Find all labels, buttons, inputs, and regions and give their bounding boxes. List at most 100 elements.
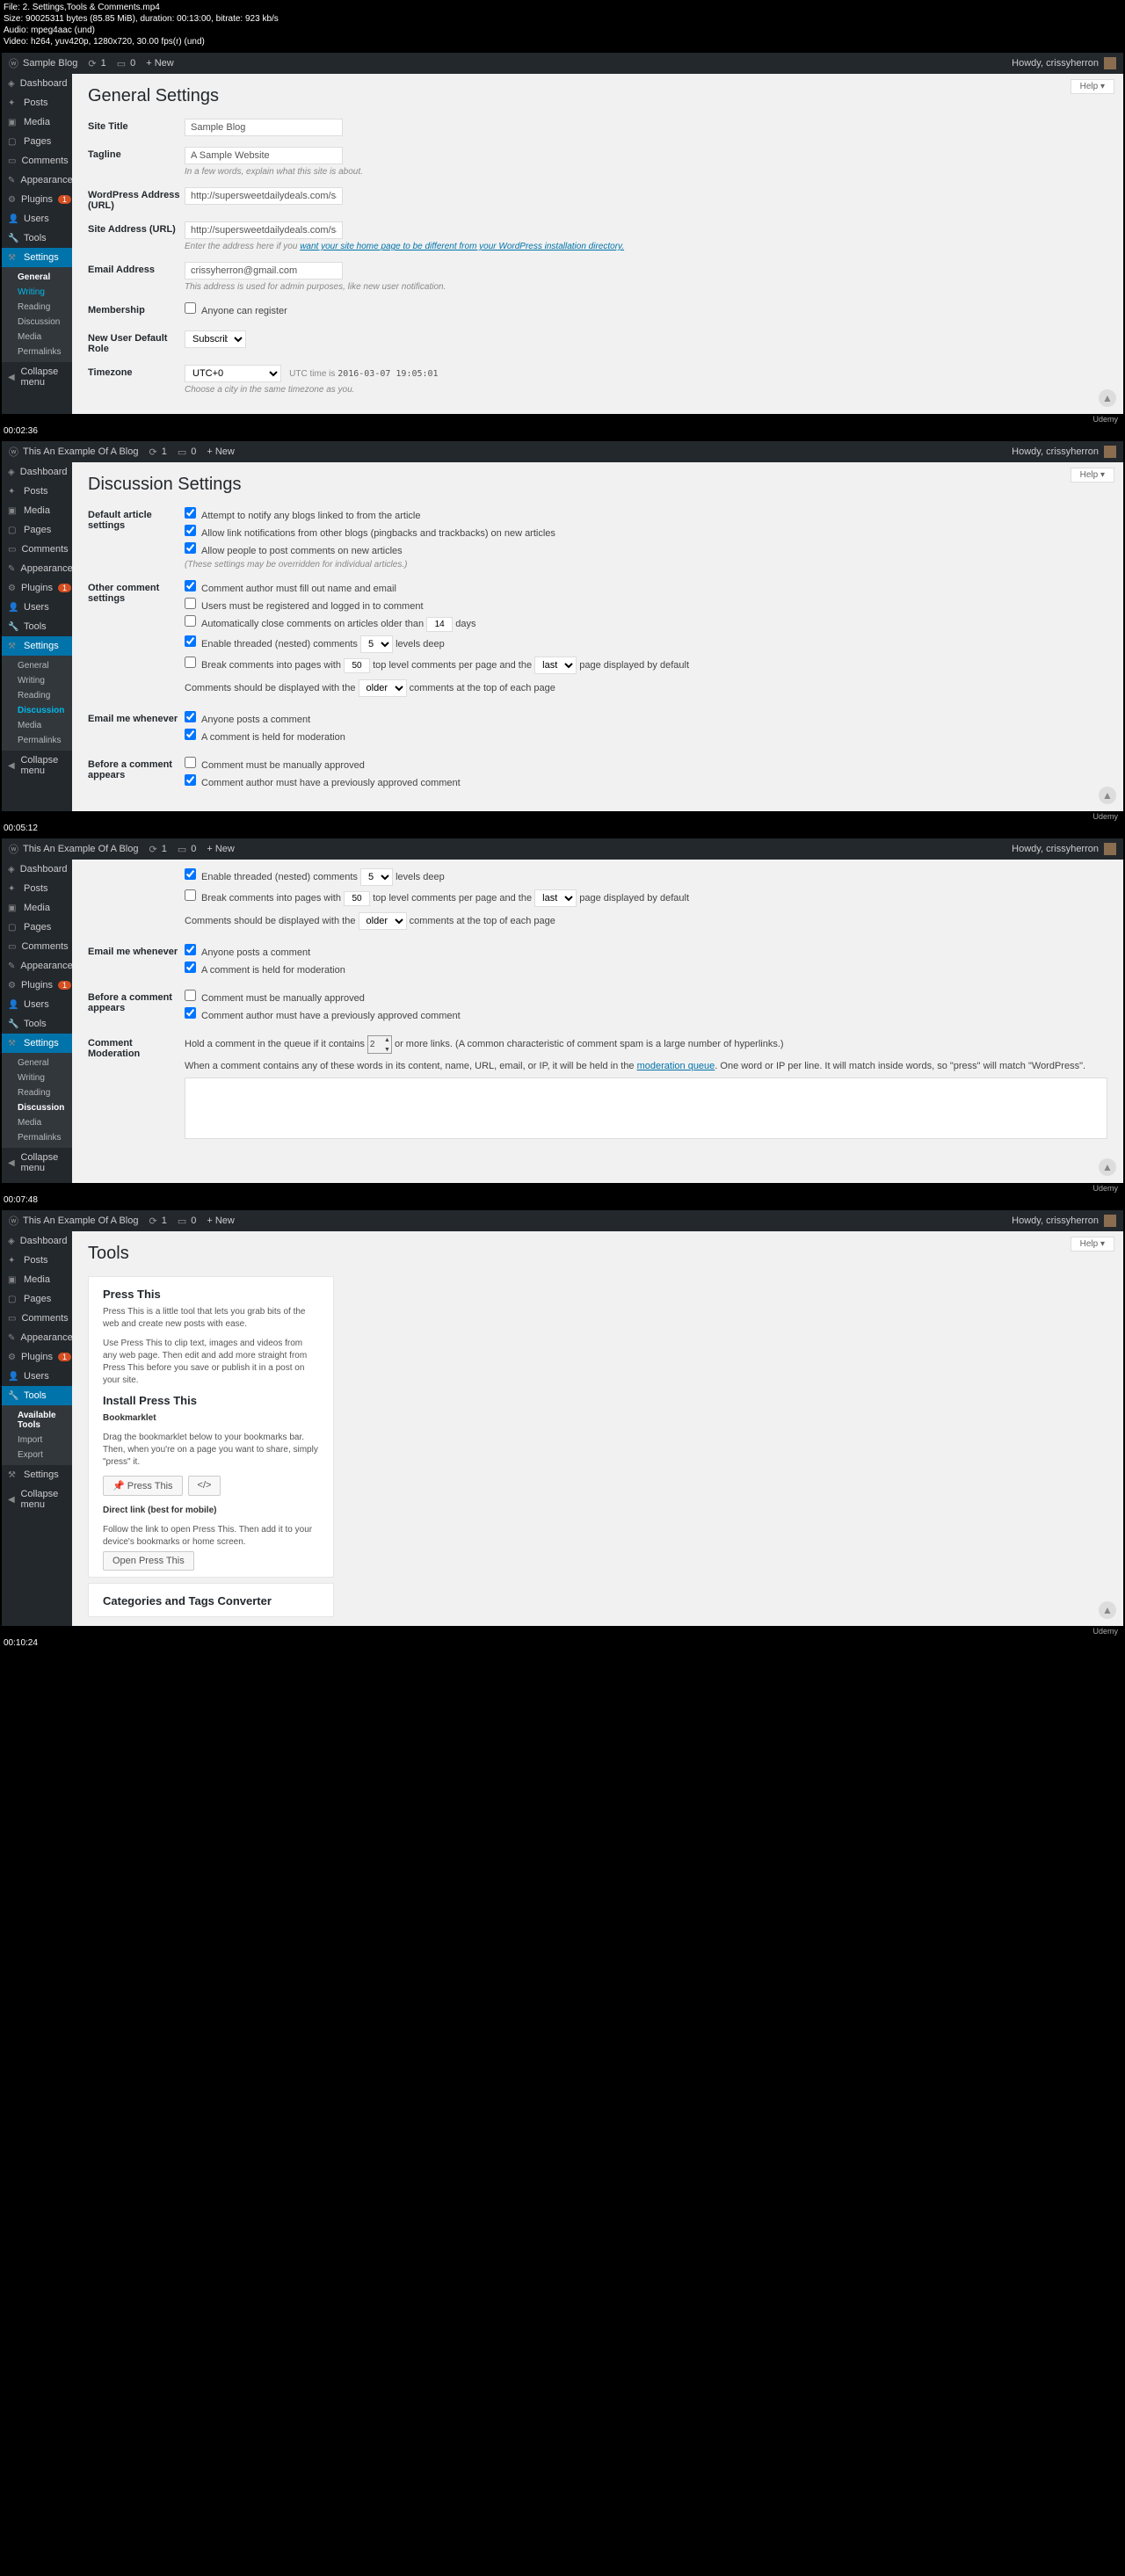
menu-media[interactable]: ▣Media	[2, 112, 72, 132]
threaded-checkbox[interactable]	[185, 868, 196, 880]
wp-logo-icon[interactable]: ⓦ	[9, 842, 18, 856]
menu-plugins[interactable]: ⚙Plugins1	[2, 190, 72, 209]
menu-dashboard[interactable]: ◈Dashboard	[2, 74, 72, 93]
press-this-bookmarklet-button[interactable]: 📌 Press This	[103, 1476, 183, 1496]
menu-users[interactable]: 👤Users	[2, 598, 72, 617]
site-name[interactable]: Sample Blog	[23, 58, 77, 69]
menu-users[interactable]: 👤Users	[2, 209, 72, 229]
menu-users[interactable]: 👤Users	[2, 995, 72, 1014]
moderation-queue-link[interactable]: moderation queue	[637, 1061, 715, 1071]
comments-icon[interactable]: ▭	[178, 446, 186, 458]
menu-users[interactable]: 👤Users	[2, 1367, 72, 1386]
menu-pages[interactable]: ▢Pages	[2, 520, 72, 540]
sub-reading[interactable]: Reading	[2, 300, 72, 315]
sub-general[interactable]: General	[2, 658, 72, 673]
menu-settings[interactable]: ⚒Settings	[2, 248, 72, 267]
manual-approve-checkbox[interactable]	[185, 990, 196, 1001]
menu-posts[interactable]: ✦Posts	[2, 93, 72, 112]
wp-logo-icon[interactable]: ⓦ	[9, 445, 18, 459]
avatar[interactable]	[1104, 57, 1116, 69]
comments-icon[interactable]: ▭	[178, 844, 186, 855]
sub-discussion[interactable]: Discussion	[2, 1100, 72, 1115]
menu-media[interactable]: ▣Media	[2, 501, 72, 520]
autoclose-days-input[interactable]	[426, 617, 453, 632]
menu-pages[interactable]: ▢Pages	[2, 132, 72, 151]
perpage-input[interactable]	[344, 891, 370, 906]
scroll-top-button[interactable]: ▲	[1099, 389, 1116, 407]
sub-import[interactable]: Import	[2, 1433, 72, 1448]
prev-approved-checkbox[interactable]	[185, 1007, 196, 1019]
sub-permalinks[interactable]: Permalinks	[2, 733, 72, 748]
menu-media[interactable]: ▣Media	[2, 898, 72, 918]
menu-comments[interactable]: ▭Comments	[2, 1309, 72, 1328]
allow-pingbacks-checkbox[interactable]	[185, 525, 196, 536]
howdy-greeting[interactable]: Howdy, crissyherron	[1012, 58, 1099, 69]
menu-tools[interactable]: 🔧Tools	[2, 1014, 72, 1034]
order-select[interactable]: older	[359, 912, 407, 930]
menu-dashboard[interactable]: ◈Dashboard	[2, 860, 72, 879]
new-content[interactable]: + New	[207, 1215, 235, 1226]
updates-icon[interactable]: ⟳	[149, 446, 156, 458]
updates-icon[interactable]: ⟳	[88, 58, 96, 69]
anyone-posts-checkbox[interactable]	[185, 944, 196, 955]
sub-general[interactable]: General	[2, 1056, 72, 1070]
new-content[interactable]: + New	[207, 844, 235, 854]
anyone-register-checkbox[interactable]	[185, 302, 196, 314]
links-count-input[interactable]: 2 ▲▼	[367, 1035, 392, 1054]
menu-appearance[interactable]: ✎Appearance	[2, 559, 72, 578]
collapse-menu[interactable]: ◀Collapse menu	[2, 1484, 72, 1514]
break-pages-checkbox[interactable]	[185, 889, 196, 901]
lastfirst-select[interactable]: last	[534, 657, 577, 674]
prev-approved-checkbox[interactable]	[185, 774, 196, 786]
perpage-input[interactable]	[344, 658, 370, 673]
menu-appearance[interactable]: ✎Appearance	[2, 956, 72, 976]
sub-writing[interactable]: Writing	[2, 285, 72, 300]
sub-writing[interactable]: Writing	[2, 673, 72, 688]
users-registered-checkbox[interactable]	[185, 598, 196, 609]
menu-pages[interactable]: ▢Pages	[2, 918, 72, 937]
siteurl-input[interactable]	[185, 221, 343, 239]
lastfirst-select[interactable]: last	[534, 889, 577, 907]
sub-discussion[interactable]: Discussion	[2, 703, 72, 718]
autoclose-checkbox[interactable]	[185, 615, 196, 627]
press-this-code-button[interactable]: </>	[188, 1476, 221, 1496]
scroll-top-button[interactable]: ▲	[1099, 787, 1116, 804]
break-pages-checkbox[interactable]	[185, 657, 196, 668]
menu-plugins[interactable]: ⚙Plugins1	[2, 976, 72, 995]
howdy-greeting[interactable]: Howdy, crissyherron	[1012, 1215, 1099, 1226]
site-name[interactable]: This An Example Of A Blog	[23, 446, 138, 457]
email-input[interactable]	[185, 262, 343, 279]
new-content[interactable]: + New	[207, 446, 235, 457]
scroll-top-button[interactable]: ▲	[1099, 1158, 1116, 1176]
sub-writing[interactable]: Writing	[2, 1070, 72, 1085]
comments-icon[interactable]: ▭	[117, 58, 126, 69]
site-name[interactable]: This An Example Of A Blog	[23, 844, 138, 854]
threaded-levels-select[interactable]: 5	[360, 635, 393, 653]
wp-logo-icon[interactable]: ⓦ	[9, 1214, 18, 1228]
menu-tools[interactable]: 🔧Tools	[2, 617, 72, 636]
updates-icon[interactable]: ⟳	[149, 1215, 156, 1227]
sub-discussion[interactable]: Discussion	[2, 315, 72, 330]
sub-permalinks[interactable]: Permalinks	[2, 1130, 72, 1145]
menu-posts[interactable]: ✦Posts	[2, 879, 72, 898]
collapse-menu[interactable]: ◀Collapse menu	[2, 751, 72, 780]
open-press-this-button[interactable]: Open Press This	[103, 1551, 194, 1571]
howdy-greeting[interactable]: Howdy, crissyherron	[1012, 446, 1099, 457]
site-name[interactable]: This An Example Of A Blog	[23, 1215, 138, 1226]
scroll-top-button[interactable]: ▲	[1099, 1601, 1116, 1619]
menu-appearance[interactable]: ✎Appearance	[2, 171, 72, 190]
notify-blogs-checkbox[interactable]	[185, 507, 196, 519]
sub-permalinks[interactable]: Permalinks	[2, 345, 72, 359]
howdy-greeting[interactable]: Howdy, crissyherron	[1012, 844, 1099, 854]
held-moderation-checkbox[interactable]	[185, 961, 196, 973]
timezone-select[interactable]: UTC+0	[185, 365, 281, 382]
manual-approve-checkbox[interactable]	[185, 757, 196, 768]
allow-comments-checkbox[interactable]	[185, 542, 196, 554]
menu-plugins[interactable]: ⚙Plugins1	[2, 578, 72, 598]
avatar[interactable]	[1104, 1215, 1116, 1227]
menu-dashboard[interactable]: ◈Dashboard	[2, 462, 72, 482]
order-select[interactable]: older	[359, 679, 407, 697]
sub-media[interactable]: Media	[2, 718, 72, 733]
menu-comments[interactable]: ▭Comments	[2, 937, 72, 956]
menu-posts[interactable]: ✦Posts	[2, 482, 72, 501]
